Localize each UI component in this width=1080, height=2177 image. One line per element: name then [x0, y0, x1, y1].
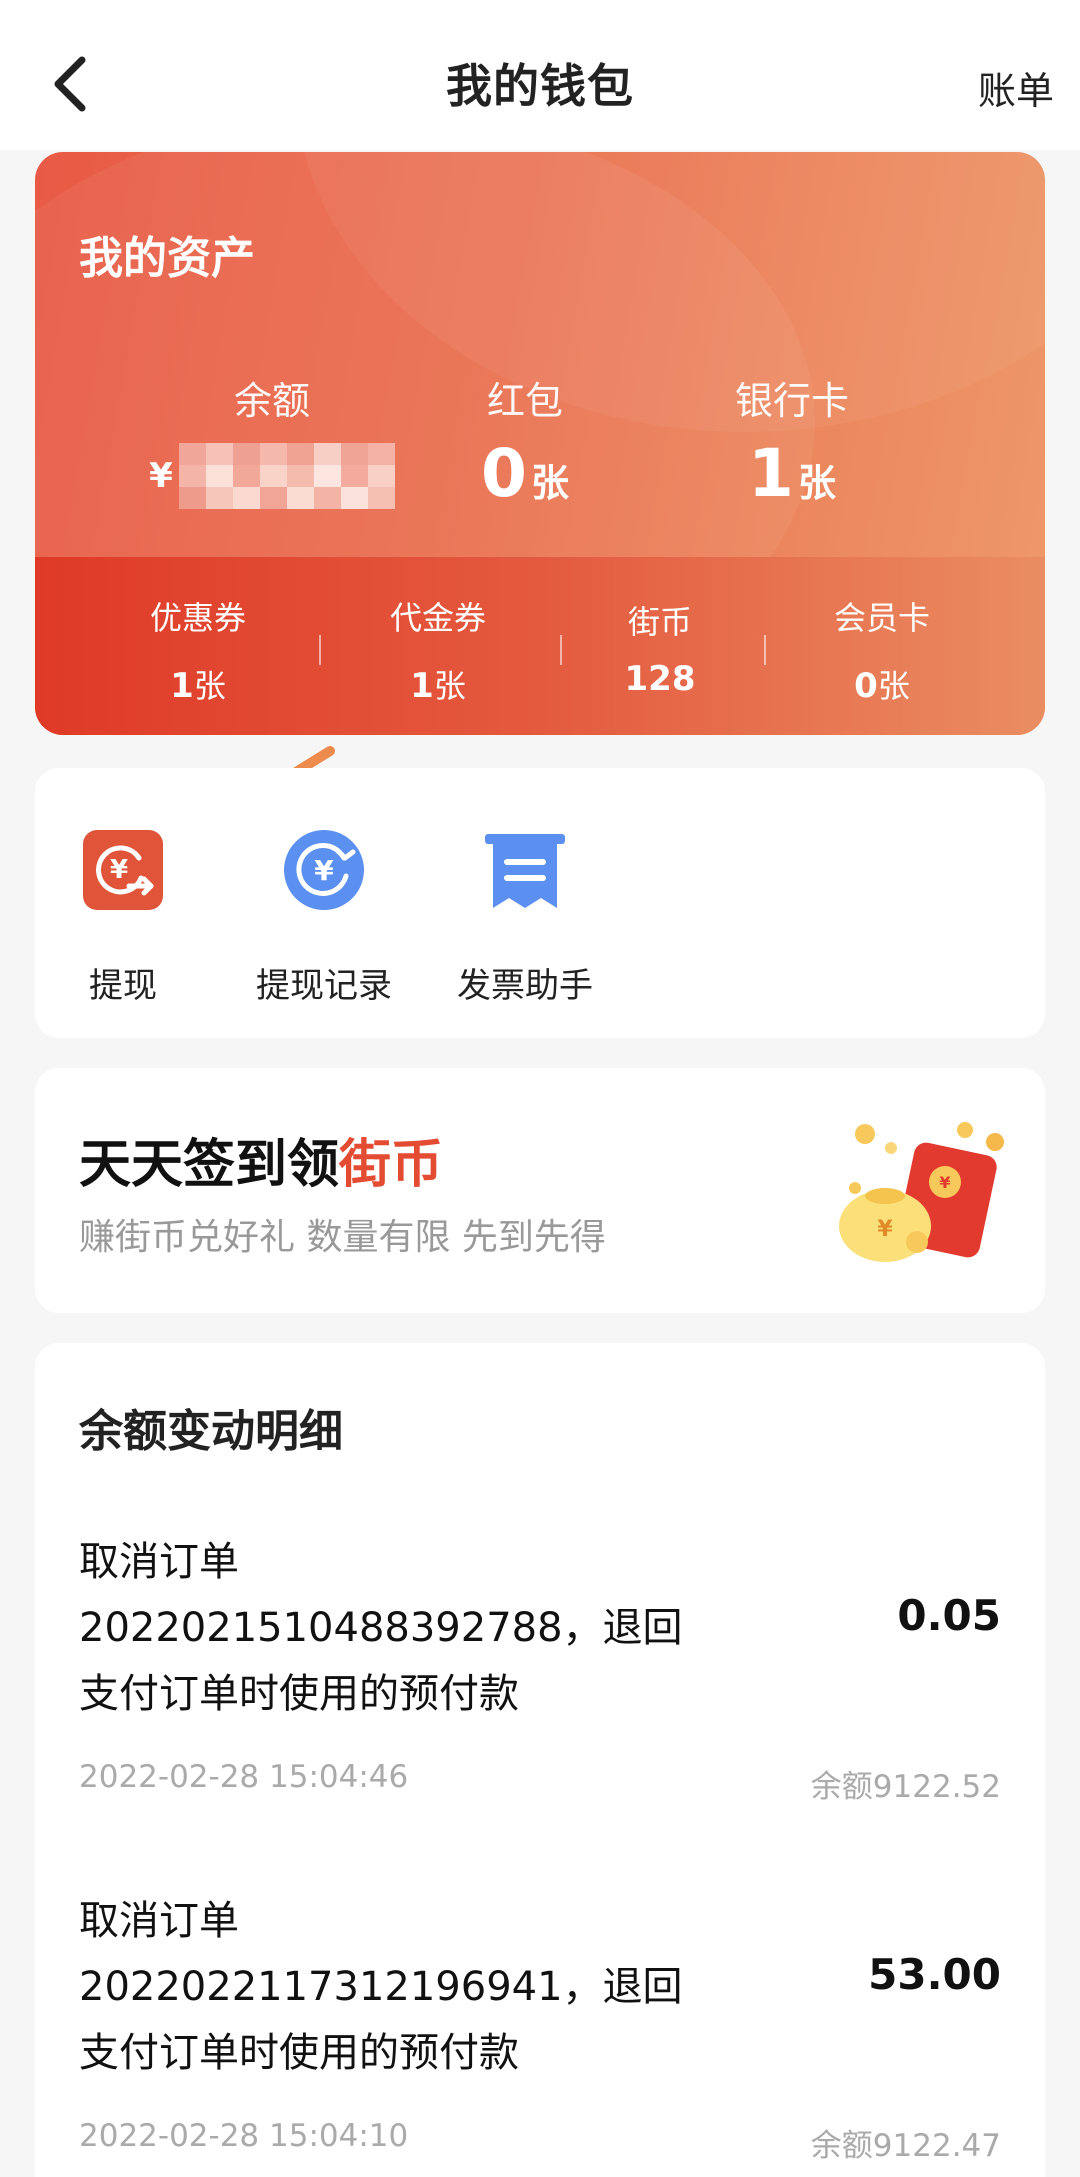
- transaction-desc-line: 2022021510488392788，退回: [79, 1605, 683, 1651]
- street-coin-item[interactable]: 街币 128: [540, 593, 780, 699]
- balance-obscured-value: [178, 443, 395, 509]
- checkin-title-main: 天天签到领: [79, 1135, 340, 1195]
- transaction-balance: 余额9122.52: [810, 1769, 1001, 1805]
- street-coin-count: 128: [624, 659, 696, 699]
- transaction-balance: 余额9122.47: [810, 2128, 1001, 2164]
- page-title: 我的钱包: [446, 59, 634, 113]
- red-packet-block[interactable]: 红包 0张: [405, 370, 645, 518]
- transaction-desc-line: 2022022117312196941，退回: [79, 1964, 683, 2010]
- invoice-helper-button[interactable]: 发票助手: [440, 828, 610, 1007]
- red-packet-unit: 张: [530, 461, 569, 505]
- withdraw-button[interactable]: ¥ 提现: [38, 828, 208, 1007]
- transaction-amount: 53.00: [868, 1950, 1001, 1999]
- withdraw-record-button[interactable]: ¥ 提现记录: [239, 828, 409, 1007]
- top-nav-bar: 我的钱包 账单: [0, 0, 1080, 150]
- coupon-label: 优惠券: [149, 599, 246, 637]
- street-coin-label: 街币: [627, 603, 692, 641]
- svg-text:¥: ¥: [877, 1217, 893, 1242]
- withdraw-record-icon: ¥: [284, 830, 364, 910]
- bill-link[interactable]: 账单: [978, 60, 1054, 115]
- withdraw-label: 提现: [89, 966, 157, 1006]
- transaction-desc-line: 支付订单时使用的预付款: [79, 2030, 519, 2076]
- member-card-label: 会员卡: [833, 599, 930, 637]
- svg-text:¥: ¥: [110, 855, 128, 885]
- detail-title: 余额变动明细: [79, 1406, 343, 1457]
- checkin-title-highlight: 街币: [339, 1135, 444, 1195]
- svg-text:¥: ¥: [314, 854, 334, 887]
- asset-card: 我的资产 余额 ¥ 红包 0张 银行卡 1张 优惠券 1张 代金券 1张 街币 …: [35, 152, 1045, 735]
- transaction-desc-line: 取消订单: [79, 1539, 239, 1585]
- quick-actions-card: ¥ 提现 ¥ 提现记录 发票助手: [35, 768, 1045, 1038]
- withdraw-icon: ¥: [83, 830, 163, 910]
- withdraw-record-label: 提现记录: [256, 966, 392, 1006]
- checkin-banner[interactable]: 天天签到领街币 赚街币兑好礼 数量有限 先到先得 ¥ ¥: [35, 1068, 1045, 1313]
- red-envelope-gift-icon: ¥ ¥: [839, 1122, 1004, 1262]
- coupon-unit: 张: [193, 667, 226, 705]
- balance-detail-card: 余额变动明细 取消订单 2022021510488392788，退回 支付订单时…: [35, 1343, 1045, 2177]
- member-card-unit: 张: [877, 667, 910, 705]
- bank-card-unit: 张: [797, 461, 836, 505]
- wallet-page: 我的钱包 账单 我的资产 余额 ¥ 红包 0张 银行卡 1张 优惠券 1张 代金…: [0, 0, 1080, 2177]
- member-card-item[interactable]: 会员卡 0张: [762, 593, 1002, 707]
- currency-symbol: ¥: [149, 456, 173, 496]
- transaction-time: 2022-02-28 15:04:10: [79, 2118, 409, 2154]
- transaction-time: 2022-02-28 15:04:46: [79, 1759, 409, 1795]
- voucher-unit: 张: [433, 667, 466, 705]
- asset-title: 我的资产: [79, 233, 255, 284]
- transaction-desc-line: 支付订单时使用的预付款: [79, 1671, 519, 1717]
- voucher-count: 1: [410, 666, 434, 706]
- bank-card-label: 银行卡: [734, 379, 849, 423]
- transaction-item[interactable]: 取消订单 2022021510488392788，退回 支付订单时使用的预付款 …: [79, 1529, 1001, 1805]
- balance-block[interactable]: 余额 ¥: [149, 370, 395, 509]
- bank-card-count: 1: [748, 435, 794, 512]
- red-packet-count: 0: [481, 435, 527, 512]
- coupon-count: 1: [170, 666, 194, 706]
- invoice-icon: [485, 834, 565, 908]
- transaction-description: 取消订单 2022021510488392788，退回 支付订单时使用的预付款: [79, 1529, 739, 1727]
- voucher-label: 代金券: [389, 599, 486, 637]
- bank-card-block[interactable]: 银行卡 1张: [672, 370, 912, 518]
- member-card-count: 0: [854, 666, 878, 706]
- voucher-item[interactable]: 代金券 1张: [318, 593, 558, 707]
- transaction-amount: 0.05: [897, 1591, 1001, 1640]
- asset-sub-bar: 优惠券 1张 代金券 1张 街币 128 会员卡 0张: [35, 557, 1045, 735]
- invoice-helper-label: 发票助手: [457, 966, 593, 1006]
- transaction-item[interactable]: 取消订单 2022022117312196941，退回 支付订单时使用的预付款 …: [79, 1888, 1001, 2164]
- checkin-subtitle: 赚街币兑好礼 数量有限 先到先得: [79, 1217, 606, 1258]
- transaction-description: 取消订单 2022022117312196941，退回 支付订单时使用的预付款: [79, 1888, 739, 2086]
- red-packet-label: 红包: [486, 379, 563, 423]
- svg-text:¥: ¥: [939, 1173, 950, 1192]
- transaction-desc-line: 取消订单: [79, 1898, 239, 1944]
- balance-label: 余额: [233, 379, 310, 423]
- coupon-item[interactable]: 优惠券 1张: [78, 593, 318, 707]
- checkin-title: 天天签到领街币: [79, 1122, 443, 1197]
